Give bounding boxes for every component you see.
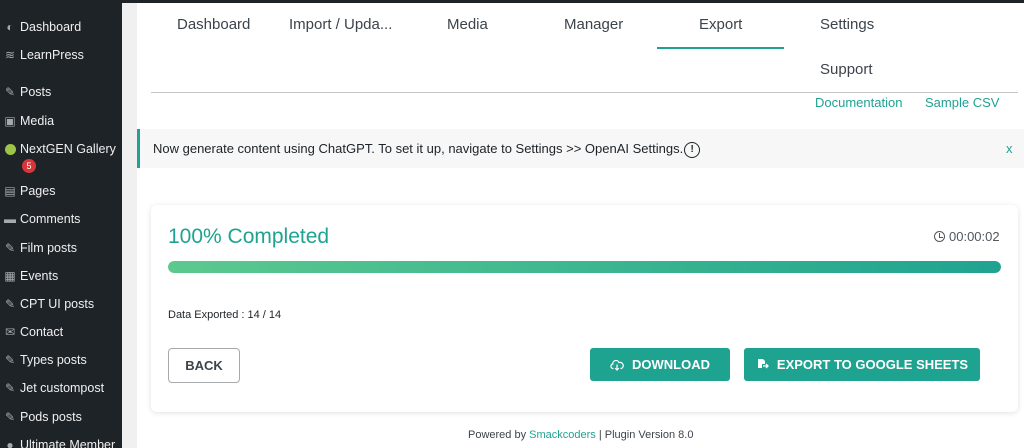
tab-settings[interactable]: Settings (820, 16, 874, 33)
exported-count: Data Exported : 14 / 14 (168, 309, 282, 321)
notice-text: Now generate content using ChatGPT. To s… (153, 141, 684, 156)
sidebar-item-label: Comments (20, 212, 81, 226)
tabs-divider (151, 92, 1018, 93)
completion-status: 100% Completed (168, 225, 330, 248)
nextgen-icon (0, 143, 20, 155)
footer-prefix: Powered by (468, 429, 527, 441)
pin-icon: ✎ (4, 85, 16, 99)
export-google-sheets-button[interactable]: EXPORT TO GOOGLE SHEETS (744, 348, 980, 381)
sidebar-item-contact[interactable]: ✉ Contact (0, 321, 122, 343)
footer-version: | Plugin Version 8.0 (598, 429, 694, 441)
download-button[interactable]: DOWNLOAD (590, 348, 730, 381)
sidebar-item-label: Events (20, 269, 59, 283)
progress-bar-fill (168, 261, 1001, 273)
back-button[interactable]: BACK (168, 348, 240, 383)
sidebar-item-dashboard[interactable]: ◐ Dashboard (0, 16, 122, 38)
sidebar-item-cpt-ui-posts[interactable]: ✎ CPT UI posts (0, 293, 122, 315)
notice-message: Now generate content using ChatGPT. To s… (153, 141, 701, 158)
sidebar-item-pages[interactable]: ▤ Pages (0, 180, 122, 202)
sidebar-item-learnpress[interactable]: ≋ LearnPress (0, 44, 122, 66)
sidebar-item-label: Media (20, 114, 55, 128)
sidebar-item-label: Types posts (20, 353, 87, 367)
info-icon[interactable]: ! (684, 141, 701, 158)
sidebar-item-label: NextGEN Gallery (20, 142, 116, 156)
sidebar-item-jet-custompost[interactable]: ✎ Jet custompost (0, 377, 122, 399)
media-icon: ▣ (4, 114, 16, 128)
sidebar-item-nextgen-gallery[interactable]: NextGEN Gallery (0, 138, 122, 160)
pin-icon: ✎ (4, 353, 16, 367)
sidebar-item-comments[interactable]: ▬ Comments (0, 208, 122, 230)
pin-icon: ✎ (4, 241, 16, 255)
dismiss-notice-button[interactable]: x (1006, 141, 1013, 156)
sample-csv-link[interactable]: Sample CSV (925, 95, 999, 110)
pages-icon: ▤ (4, 184, 16, 198)
pin-icon: ✎ (4, 381, 16, 395)
update-count-badge: 5 (22, 159, 36, 173)
dashboard-icon: ◐ (6, 20, 14, 34)
admin-sidebar: ◐ Dashboard ≋ LearnPress ✎ Posts ▣ Media… (0, 0, 122, 448)
tab-media[interactable]: Media (447, 16, 488, 33)
sidebar-item-label: LearnPress (20, 48, 84, 62)
sidebar-item-types-posts[interactable]: ✎ Types posts (0, 349, 122, 371)
sidebar-item-label: Dashboard (20, 20, 82, 34)
tab-manager[interactable]: Manager (564, 16, 623, 33)
sidebar-item-film-posts[interactable]: ✎ Film posts (0, 237, 122, 259)
sidebar-item-media[interactable]: ▣ Media (0, 110, 122, 132)
sidebar-item-label: Film posts (20, 241, 77, 255)
sidebar-item-label: Pages (20, 184, 56, 198)
smackcoders-link[interactable]: Smackcoders (529, 429, 596, 441)
sidebar-item-pods-posts[interactable]: ✎ Pods posts (0, 406, 122, 428)
progress-bar (168, 261, 1001, 273)
clock-icon (934, 231, 945, 242)
tab-support[interactable]: Support (820, 61, 873, 78)
tab-export[interactable]: Export (699, 16, 742, 33)
pin-icon: ✎ (4, 410, 16, 424)
comment-icon: ▬ (4, 212, 16, 226)
pin-icon: ✎ (4, 297, 16, 311)
sidebar-item-ultimate-member[interactable]: ● Ultimate Member (0, 434, 122, 448)
sidebar-item-posts[interactable]: ✎ Posts (0, 81, 122, 103)
plugin-footer: Powered by Smackcoders | Plugin Version … (468, 429, 693, 441)
sidebar-item-label: Ultimate Member (20, 438, 116, 448)
cloud-download-icon (610, 359, 624, 371)
sidebar-item-label: Pods posts (20, 410, 82, 424)
learnpress-icon: ≋ (4, 48, 16, 62)
sidebar-item-label: Posts (20, 85, 52, 99)
elapsed-timer: 00:00:02 (934, 229, 1000, 244)
sidebar-item-label: Contact (20, 325, 64, 339)
documentation-link[interactable]: Documentation (815, 95, 902, 110)
sidebar-item-events[interactable]: ▦ Events (0, 265, 122, 287)
download-label: DOWNLOAD (632, 357, 710, 372)
sidebar-item-label: Jet custompost (20, 381, 105, 395)
sidebar-item-label: CPT UI posts (20, 297, 95, 311)
sheet-export-icon (757, 359, 769, 369)
export-google-sheets-label: EXPORT TO GOOGLE SHEETS (776, 357, 969, 372)
calendar-icon: ▦ (4, 269, 16, 283)
mail-icon: ✉ (4, 325, 16, 339)
tab-import-update[interactable]: Import / Upda... (289, 16, 392, 33)
tab-dashboard[interactable]: Dashboard (177, 16, 250, 33)
active-tab-indicator (657, 47, 784, 49)
elapsed-time: 00:00:02 (949, 229, 1000, 244)
user-icon: ● (6, 438, 14, 448)
